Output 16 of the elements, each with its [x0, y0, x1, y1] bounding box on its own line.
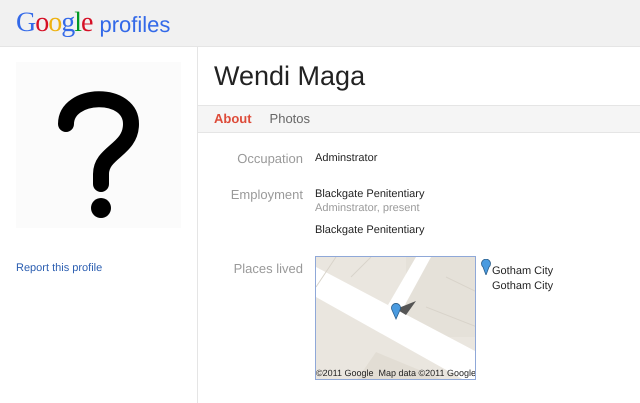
place-name[interactable]: Gotham City: [492, 264, 554, 278]
field-value: Blackgate Penitentiary: [315, 222, 424, 236]
logo[interactable]: Google: [16, 2, 92, 44]
map-pin-icon: [481, 258, 491, 274]
field-value: Adminstrator: [315, 151, 378, 165]
field-value: Blackgate Penitentiary: [315, 186, 424, 200]
product-name: profiles: [99, 10, 170, 39]
place-name[interactable]: Gotham City: [492, 278, 554, 292]
profile-tab[interactable]: Photos: [270, 109, 310, 129]
field-label: Employment: [230, 186, 303, 202]
profile-tab[interactable]: About: [214, 109, 252, 129]
profile-name: Wendi Maga: [214, 60, 366, 93]
field-detail: Adminstrator, present: [315, 200, 421, 214]
report-link[interactable]: Report this profile: [16, 260, 197, 276]
field-label: Places lived: [234, 260, 303, 276]
field-label: Occupation: [237, 151, 303, 166]
